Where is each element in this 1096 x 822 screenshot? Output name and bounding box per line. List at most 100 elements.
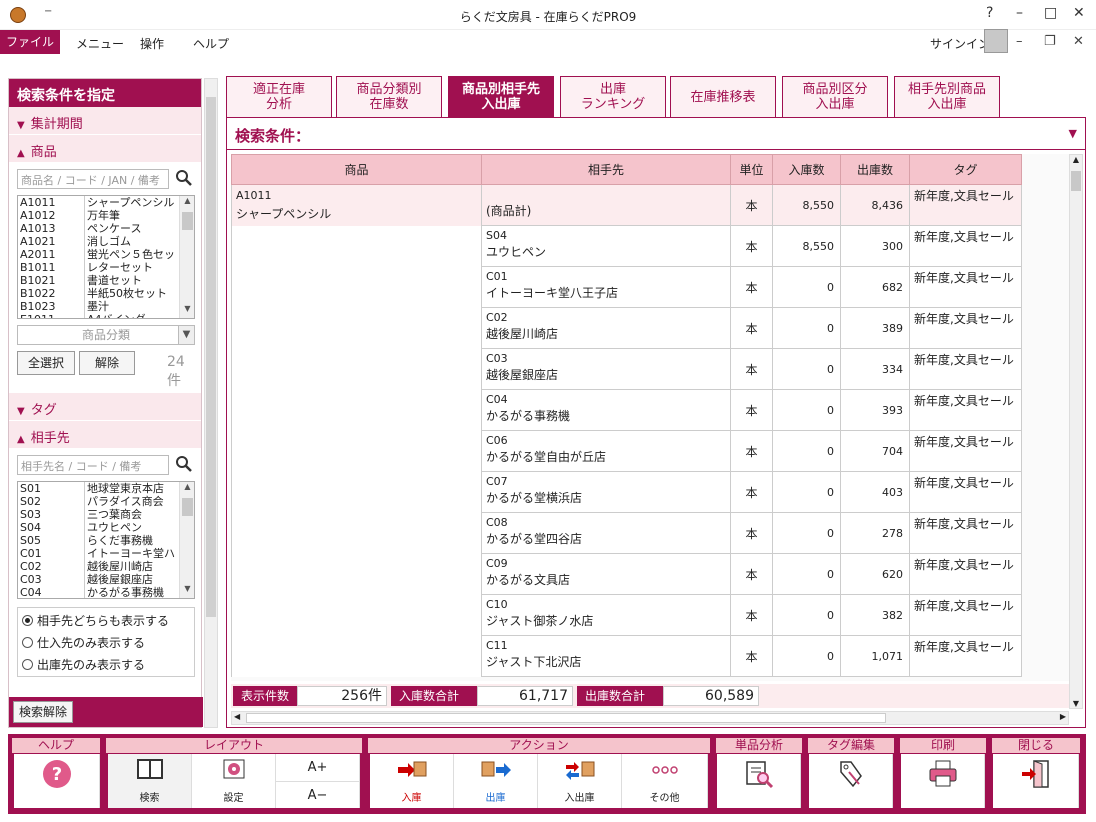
mdi-minimize-button[interactable]: – <box>1016 34 1023 49</box>
section-tag[interactable]: ▼ タグ <box>9 393 201 421</box>
column-header[interactable]: 入庫数 <box>772 154 841 185</box>
table-row[interactable]: A1011 シャープペンシル (商品計) 本 8,550 8,436 新年度,文具セール <box>231 184 1022 226</box>
mdi-close-button[interactable]: ✕ <box>1073 34 1084 49</box>
help-icon[interactable]: ? <box>986 5 993 21</box>
product-list-item[interactable]: A1021 消しゴム <box>18 235 194 248</box>
partner-search-input[interactable]: 相手先名 / コード / 備考 <box>17 455 169 475</box>
table-row[interactable]: C04 かるがる事務機本 0 393 新年度,文具セール <box>231 389 1022 431</box>
table-row[interactable]: C06 かるがる堂自由が丘店本 0 704 新年度,文具セール <box>231 430 1022 472</box>
partner-list-item[interactable]: C02 越後屋川崎店 <box>18 560 194 573</box>
search-condition-bar[interactable]: 検索条件： ▼ <box>227 118 1085 150</box>
tab-4[interactable]: 在庫推移表 <box>670 76 776 117</box>
stock-out-button[interactable]: 出庫 <box>454 754 538 808</box>
partner-list-item[interactable]: S01 地球堂東京本店 <box>18 482 194 495</box>
table-row[interactable]: C03 越後屋銀座店本 0 334 新年度,文具セール <box>231 348 1022 390</box>
radio-supplier-only[interactable]: 仕入先のみ表示する <box>22 632 190 654</box>
product-list[interactable]: A1011 シャープペンシル A1012 万年筆 A1013 ペンケース A1021 消しゴム… <box>17 195 195 319</box>
select-all-button[interactable]: 全選択 <box>17 351 75 375</box>
product-list-item[interactable]: B1023 墨汁 <box>18 300 194 313</box>
product-list-item[interactable]: E1011A4バインダー <box>18 313 194 318</box>
table-row[interactable]: C08 かるがる堂四谷店本 0 278 新年度,文具セール <box>231 512 1022 554</box>
product-list-item[interactable]: A2011 蛍光ペン５色セッ <box>18 248 194 261</box>
clear-button[interactable]: 解除 <box>79 351 135 375</box>
table-row[interactable]: S04 ユウヒペン本 8,550 300 新年度,文具セール <box>231 225 1022 267</box>
category-select[interactable]: 商品分類 ▼ <box>17 325 195 345</box>
partner-list-item[interactable]: S03 三つ葉商会 <box>18 508 194 521</box>
partner-list-item[interactable]: C03 越後屋銀座店 <box>18 573 194 586</box>
partner-list-item[interactable]: C04 かるがる事務機 <box>18 586 194 598</box>
menu-operation[interactable]: 操作 <box>140 35 164 52</box>
tab-0[interactable]: 適正在庫 分析 <box>226 76 332 117</box>
avatar[interactable] <box>984 29 1008 53</box>
in-qty-cell: 0 <box>772 512 841 554</box>
tag-edit-button[interactable] <box>809 754 893 808</box>
partner-list-item[interactable]: S04 ユウヒペン <box>18 521 194 534</box>
table-row[interactable]: C11 ジャスト下北沢店本 0 1,071 新年度,文具セール <box>231 635 1022 677</box>
font-increase-button[interactable]: A+ <box>276 754 360 781</box>
radio-both[interactable]: 相手先どちらも表示する <box>22 610 190 632</box>
partner-cell: C09 かるがる文具店 <box>481 553 731 595</box>
signin-link[interactable]: サインイン <box>930 35 990 52</box>
grid-vertical-scrollbar[interactable]: ▲ ▼ <box>1069 154 1083 709</box>
column-header[interactable]: 単位 <box>730 154 773 185</box>
table-row[interactable]: C10 ジャスト御茶ノ水店本 0 382 新年度,文具セール <box>231 594 1022 636</box>
table-row[interactable]: C02 越後屋川崎店本 0 389 新年度,文具セール <box>231 307 1022 349</box>
tab-2[interactable]: 商品別相手先 入出庫 <box>448 76 554 117</box>
column-header[interactable]: 商品 <box>231 154 482 185</box>
partner-list-item[interactable]: C01 イトーヨーキ堂ハ <box>18 547 194 560</box>
section-period[interactable]: ▼ 集計期間 <box>9 107 201 135</box>
tag-cell: 新年度,文具セール <box>909 553 1022 595</box>
section-product[interactable]: ▲ 商品 <box>9 135 201 163</box>
product-list-item[interactable]: B1011 レターセット <box>18 261 194 274</box>
product-list-scrollbar[interactable]: ▲ ▼ <box>179 196 194 318</box>
sidebar-scrollbar[interactable] <box>204 78 218 728</box>
section-partner[interactable]: ▲ 相手先 <box>9 421 201 449</box>
table-row[interactable]: C07 かるがる堂横浜店本 0 403 新年度,文具セール <box>231 471 1022 513</box>
column-header[interactable]: タグ <box>909 154 1022 185</box>
stock-inout-button[interactable]: 入出庫 <box>538 754 622 808</box>
search-layout-button[interactable]: 検索 <box>108 754 192 808</box>
maximize-button[interactable]: □ <box>1044 5 1057 21</box>
product-list-item[interactable]: B1021 書道セット <box>18 274 194 287</box>
search-icon[interactable] <box>175 169 193 187</box>
close-button[interactable]: ✕ <box>1073 5 1085 21</box>
product-list-item[interactable]: A1013 ペンケース <box>18 222 194 235</box>
partner-list-item[interactable]: S02 パラダイス商会 <box>18 495 194 508</box>
menu-file[interactable]: ファイル <box>0 30 60 54</box>
tab-3[interactable]: 出庫 ランキング <box>560 76 666 117</box>
tab-1[interactable]: 商品分類別 在庫数 <box>336 76 442 117</box>
product-list-item[interactable]: B1022 半紙50枚セット <box>18 287 194 300</box>
mdi-restore-button[interactable]: ❐ <box>1044 34 1056 49</box>
reset-search-button[interactable]: 検索解除 <box>13 701 73 723</box>
radio-shipping-only[interactable]: 出庫先のみ表示する <box>22 654 190 676</box>
menu-help[interactable]: ヘルプ <box>193 35 229 52</box>
table-row[interactable]: C01 イトーヨーキ堂八王子店本 0 682 新年度,文具セール <box>231 266 1022 308</box>
partner-list-scrollbar[interactable]: ▲ ▼ <box>179 482 194 598</box>
chevron-down-icon[interactable]: ▼ <box>1069 127 1077 140</box>
column-header[interactable]: 出庫数 <box>840 154 910 185</box>
data-grid[interactable]: 商品 相手先 単位 入庫数 出庫数 タグ A1011 シャープペンシル (商品計) 本 8,550… <box>231 154 1069 681</box>
help-button[interactable]: ? <box>14 754 100 808</box>
column-header[interactable]: 相手先 <box>481 154 731 185</box>
menu-menu[interactable]: メニュー <box>76 35 124 52</box>
product-list-item[interactable]: A1011 シャープペンシル <box>18 196 194 209</box>
other-action-button[interactable]: その他 <box>622 754 708 808</box>
minimize-button[interactable]: – <box>1016 5 1023 21</box>
search-icon[interactable] <box>175 455 193 473</box>
product-search-input[interactable]: 商品名 / コード / JAN / 備考 <box>17 169 169 189</box>
tab-6[interactable]: 相手先別商品 入出庫 <box>894 76 1000 117</box>
partner-list-item[interactable]: S05 らくだ事務機 <box>18 534 194 547</box>
print-button[interactable] <box>901 754 985 808</box>
chevron-down-icon[interactable]: ▼ <box>178 326 194 344</box>
table-row[interactable]: C09 かるがる文具店本 0 620 新年度,文具セール <box>231 553 1022 595</box>
font-decrease-button[interactable]: A− <box>276 781 360 808</box>
tab-5[interactable]: 商品別区分 入出庫 <box>782 76 888 117</box>
grid-horizontal-scrollbar[interactable]: ◀ ▶ <box>231 711 1069 725</box>
partner-list[interactable]: S01 地球堂東京本店 S02 パラダイス商会 S03 三つ葉商会 S04 ユウヒペン S05 ら… <box>17 481 195 599</box>
scroll-up-icon: ▲ <box>184 196 191 205</box>
product-list-item[interactable]: A1012 万年筆 <box>18 209 194 222</box>
single-analysis-button[interactable] <box>717 754 801 808</box>
close-window-button[interactable] <box>993 754 1079 808</box>
settings-button[interactable]: 設定 <box>192 754 276 808</box>
stock-in-button[interactable]: 入庫 <box>370 754 454 808</box>
